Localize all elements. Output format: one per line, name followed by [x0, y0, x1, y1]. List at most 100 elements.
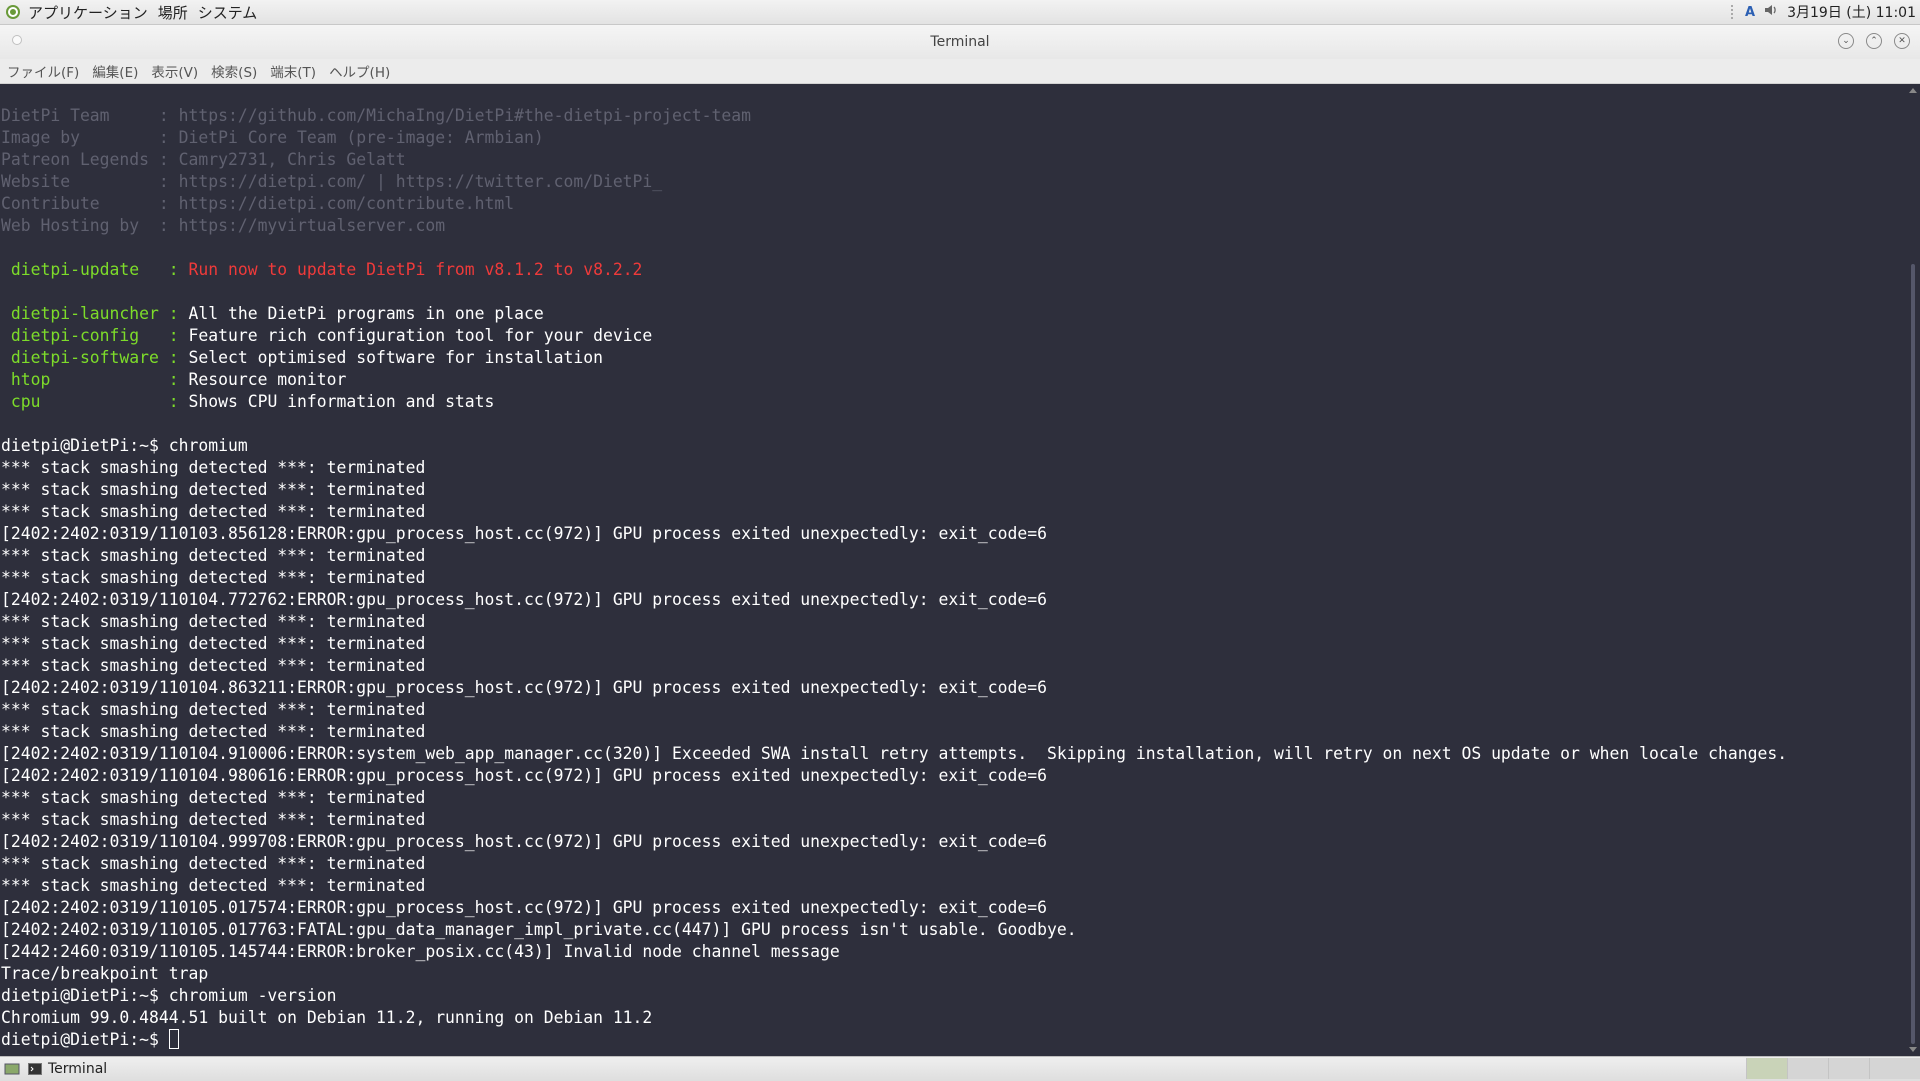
terminal-line: dietpi-config : Feature rich configurati… [1, 325, 1787, 347]
terminal-line: *** stack smashing detected ***: termina… [1, 501, 1787, 523]
mate-logo-icon[interactable] [4, 3, 22, 21]
terminal-line: dietpi@DietPi:~$ chromium -version [1, 985, 1787, 1007]
terminal-line: Image by : DietPi Core Team (pre-image: … [1, 127, 1787, 149]
terminal-text: Web Hosting by : https://myvirtualserver… [1, 216, 446, 235]
menu-search[interactable]: 検索(S) [204, 61, 263, 81]
terminal-line: DietPi Team : https://github.com/MichaIn… [1, 105, 1787, 127]
minimize-button[interactable]: ⌄ [1838, 33, 1854, 49]
show-desktop-icon[interactable] [4, 1062, 20, 1076]
terminal-text: [2442:2460:0319/110105.145744:ERROR:brok… [1, 942, 840, 961]
terminal-text: DietPi Team : https://github.com/MichaIn… [1, 106, 751, 125]
terminal-text: Shows CPU information and stats [188, 392, 495, 411]
terminal-text: dietpi-software : [1, 348, 189, 367]
terminal-line: [2402:2402:0319/110105.017763:FATAL:gpu_… [1, 919, 1787, 941]
workspace-1[interactable] [1746, 1058, 1787, 1079]
menu-file[interactable]: ファイル(F) [0, 61, 85, 81]
scroll-up-icon[interactable] [1909, 88, 1917, 93]
terminal-line: [2402:2402:0319/110104.910006:ERROR:syst… [1, 743, 1787, 765]
terminal-text: Chromium 99.0.4844.51 built on Debian 11… [1, 1008, 653, 1027]
terminal-line: cpu : Shows CPU information and stats [1, 391, 1787, 413]
terminal-line: Contribute : https://dietpi.com/contribu… [1, 193, 1787, 215]
terminal-line: [2402:2402:0319/110103.856128:ERROR:gpu_… [1, 523, 1787, 545]
terminal-text: dietpi-update : [1, 260, 189, 279]
terminal-text: *** stack smashing detected ***: termina… [1, 788, 426, 807]
terminal-text: dietpi@DietPi:~$ chromium [1, 436, 248, 455]
terminal-text: *** stack smashing detected ***: termina… [1, 458, 426, 477]
terminal-lines: DietPi Team : https://github.com/MichaIn… [1, 105, 1787, 1051]
places-menu[interactable]: 場所 [158, 2, 188, 23]
terminal-text: *** stack smashing detected ***: termina… [1, 722, 426, 741]
menu-view[interactable]: 表示(V) [144, 61, 204, 81]
terminal-line: *** stack smashing detected ***: termina… [1, 853, 1787, 875]
text-cursor [168, 1029, 179, 1049]
terminal-line: *** stack smashing detected ***: termina… [1, 809, 1787, 831]
terminal-text: *** stack smashing detected ***: termina… [1, 656, 426, 675]
terminal-line: [2402:2402:0319/110104.772762:ERROR:gpu_… [1, 589, 1787, 611]
terminal-text: Feature rich configuration tool for your… [188, 326, 653, 345]
terminal-text: [2402:2402:0319/110104.863211:ERROR:gpu_… [1, 678, 1048, 697]
terminal-text: dietpi-config : [1, 326, 189, 345]
terminal-output[interactable]: DietPi Team : https://github.com/MichaIn… [0, 84, 1906, 1056]
terminal-text: dietpi-launcher : [1, 304, 189, 323]
terminal-text: Contribute : https://dietpi.com/contribu… [1, 194, 515, 213]
system-menu[interactable]: システム [198, 2, 258, 23]
terminal-line: dietpi-update : Run now to update DietPi… [1, 259, 1787, 281]
taskbar-terminal-label: Terminal [48, 1061, 108, 1077]
terminal-line: Website : https://dietpi.com/ | https://… [1, 171, 1787, 193]
window-title-bar[interactable]: Terminal ⌄ ⌃ ✕ [0, 25, 1920, 59]
terminal-line: dietpi-software : Select optimised softw… [1, 347, 1787, 369]
terminal-text: *** stack smashing detected ***: termina… [1, 810, 426, 829]
terminal-line: Web Hosting by : https://myvirtualserver… [1, 215, 1787, 237]
terminal-line: htop : Resource monitor [1, 369, 1787, 391]
terminal-text: *** stack smashing detected ***: termina… [1, 634, 426, 653]
terminal-line: *** stack smashing detected ***: termina… [1, 875, 1787, 897]
terminal-text: Website : https://dietpi.com/ | https://… [1, 172, 663, 191]
keyboard-indicator-icon[interactable]: A [1745, 5, 1755, 20]
terminal-text: Image by : DietPi Core Team (pre-image: … [1, 128, 544, 147]
menu-edit[interactable]: 編集(E) [85, 61, 144, 81]
terminal-line: Trace/breakpoint trap [1, 963, 1787, 985]
workspace-2[interactable] [1787, 1058, 1828, 1079]
close-button[interactable]: ✕ [1894, 33, 1910, 49]
terminal-text: Patreon Legends : Camry2731, Chris Gelat… [1, 150, 406, 169]
terminal-line: *** stack smashing detected ***: termina… [1, 699, 1787, 721]
terminal-text: All the DietPi programs in one place [188, 304, 544, 323]
window-title: Terminal [930, 34, 990, 50]
scroll-down-icon[interactable] [1909, 1047, 1917, 1052]
volume-icon[interactable] [1763, 2, 1779, 22]
prompt-line[interactable]: dietpi@DietPi:~$ [1, 1029, 1787, 1051]
terminal-line: *** stack smashing detected ***: termina… [1, 721, 1787, 743]
terminal-text: *** stack smashing detected ***: termina… [1, 546, 426, 565]
system-tray: A 3月19日 (土) 11:01 [1731, 0, 1916, 24]
maximize-button[interactable]: ⌃ [1866, 33, 1882, 49]
terminal-text: *** stack smashing detected ***: termina… [1, 612, 426, 631]
menu-terminal[interactable]: 端末(T) [263, 61, 322, 81]
terminal-text: *** stack smashing detected ***: termina… [1, 568, 426, 587]
menu-help[interactable]: ヘルプ(H) [322, 61, 396, 81]
terminal-icon [28, 1063, 42, 1075]
terminal-line: [2402:2402:0319/110104.999708:ERROR:gpu_… [1, 831, 1787, 853]
terminal-text: [2402:2402:0319/110105.017763:FATAL:gpu_… [1, 920, 1077, 939]
terminal-line: Chromium 99.0.4844.51 built on Debian 11… [1, 1007, 1787, 1029]
tray-separator [1731, 5, 1737, 19]
scroll-thumb[interactable] [1911, 264, 1915, 1044]
terminal-text: [2402:2402:0319/110104.980616:ERROR:gpu_… [1, 766, 1048, 785]
terminal-line: *** stack smashing detected ***: termina… [1, 633, 1787, 655]
terminal-line: [2402:2402:0319/110104.980616:ERROR:gpu_… [1, 765, 1787, 787]
terminal-line: Patreon Legends : Camry2731, Chris Gelat… [1, 149, 1787, 171]
workspace-3[interactable] [1828, 1058, 1869, 1079]
applications-menu[interactable]: アプリケーション [28, 2, 148, 23]
terminal-text: cpu : [1, 392, 189, 411]
scrollbar[interactable] [1906, 84, 1920, 1056]
terminal-text: *** stack smashing detected ***: termina… [1, 876, 426, 895]
terminal-text: [2402:2402:0319/110104.910006:ERROR:syst… [1, 744, 1788, 763]
terminal-text: Select optimised software for installati… [188, 348, 603, 367]
taskbar-terminal-button[interactable]: Terminal [24, 1058, 115, 1080]
clock[interactable]: 3月19日 (土) 11:01 [1787, 2, 1916, 22]
terminal-text: *** stack smashing detected ***: termina… [1, 502, 426, 521]
terminal-text: [2402:2402:0319/110104.999708:ERROR:gpu_… [1, 832, 1048, 851]
prompt-text: dietpi@DietPi:~$ [1, 1030, 169, 1049]
workspace-4[interactable] [1869, 1058, 1920, 1079]
